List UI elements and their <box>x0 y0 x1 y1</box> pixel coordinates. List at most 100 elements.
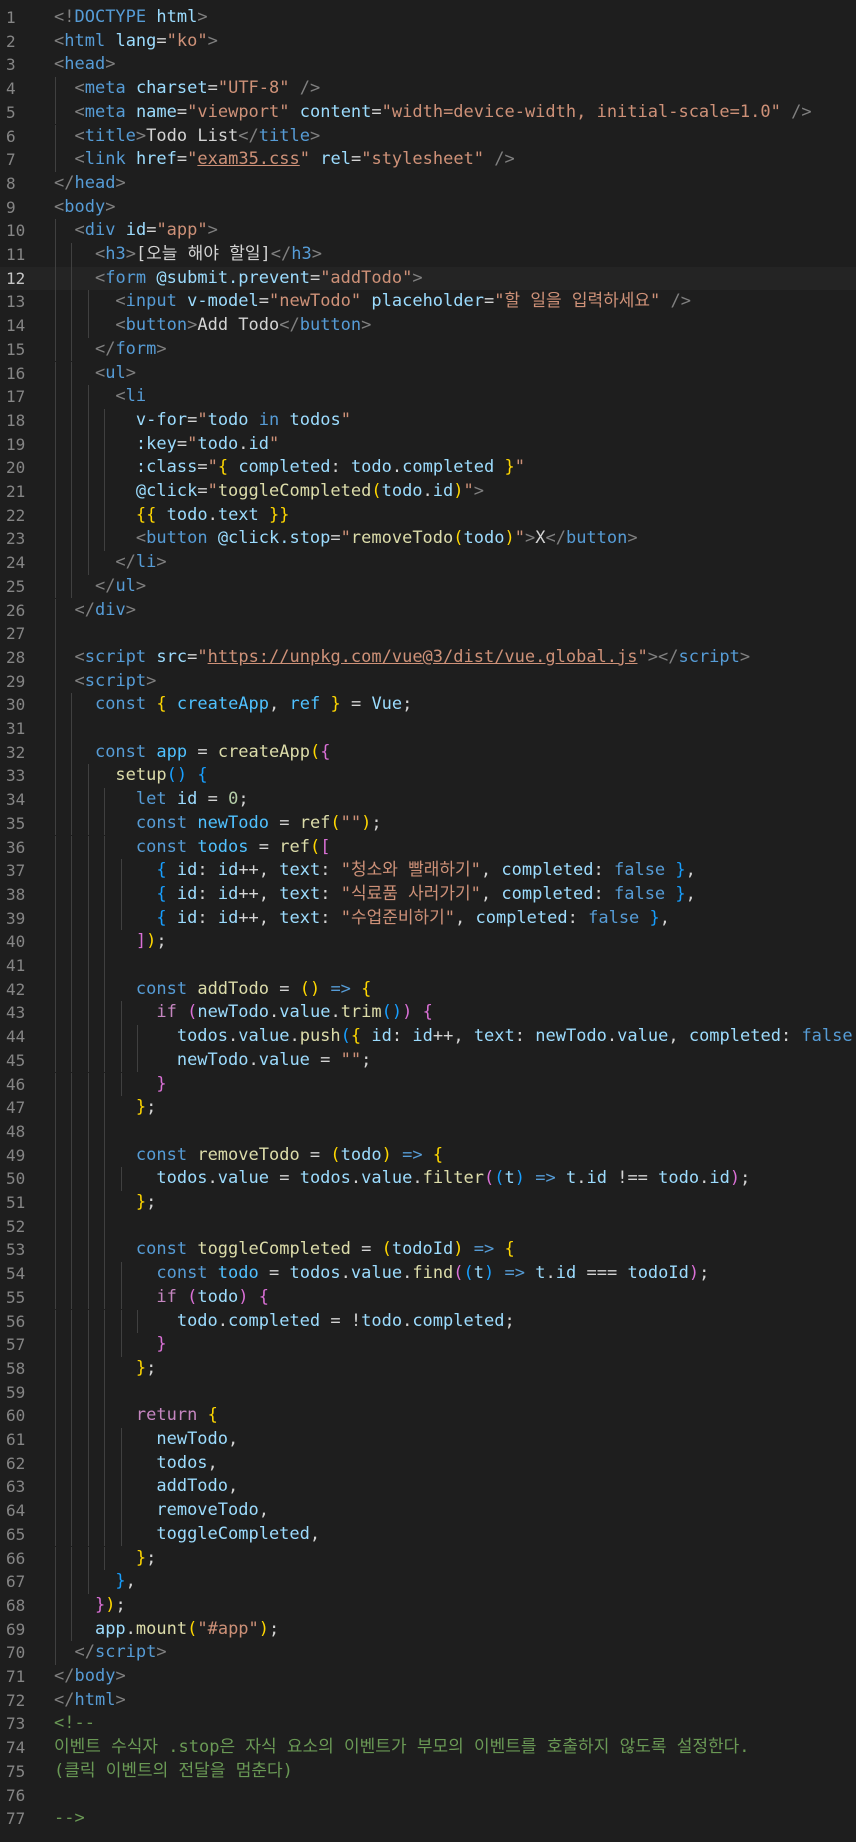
code-line[interactable]: 12 <form @submit.prevent="addTodo"> <box>0 266 856 291</box>
code-line[interactable]: 23 <button @click.stop="removeTodo(todo)… <box>0 527 856 552</box>
code-line[interactable]: 26 </div> <box>0 598 856 623</box>
code-line[interactable]: 46 } <box>0 1072 856 1097</box>
code-token: script <box>84 646 147 667</box>
code-line[interactable]: 20 :class="{ completed: todo.completed }… <box>0 456 856 480</box>
code-line[interactable]: 66 }; <box>0 1546 856 1571</box>
code-line[interactable]: 44 todos.value.push({ id: id++, text: ne… <box>0 1025 856 1049</box>
line-number: 39 <box>6 908 26 928</box>
code-line[interactable]: 62 todos, <box>0 1451 856 1476</box>
code-line[interactable]: 71 </body> <box>0 1665 856 1689</box>
code-line[interactable]: 54 const todo = todos.value.find((t) => … <box>0 1262 856 1286</box>
code-line[interactable]: 9 <body> <box>0 196 856 220</box>
code-line[interactable]: 49 const removeTodo = (todo) => { <box>0 1143 856 1168</box>
code-line[interactable]: 38 { id: id++, text: "식료품 사러가기", complet… <box>0 882 856 907</box>
code-line[interactable]: 76 <box>0 1784 856 1808</box>
code-token: ; <box>740 1168 751 1189</box>
code-line[interactable]: 30 const { createApp, ref } = Vue; <box>0 693 856 717</box>
code-line[interactable]: 32 const app = createApp({ <box>0 740 856 765</box>
code-line[interactable]: 10 <div id="app"> <box>0 219 856 243</box>
code-line[interactable]: 51 }; <box>0 1191 856 1215</box>
code-line[interactable]: 31 <box>0 717 856 741</box>
code-line[interactable]: 22 {{ todo.text }} <box>0 503 856 528</box>
code-line[interactable]: 42 const addTodo = () => { <box>0 977 856 1002</box>
code-line[interactable]: 19 :key="todo.id" <box>0 432 856 457</box>
code-line[interactable]: 47 }; <box>0 1096 856 1120</box>
code-line[interactable]: 1 <!DOCTYPE html> <box>0 6 856 30</box>
code-line[interactable]: 50 todos.value = todos.value.filter((t) … <box>0 1167 856 1191</box>
code-line[interactable]: 34 let id = 0; <box>0 788 856 812</box>
code-token: ( <box>453 528 464 549</box>
code-line[interactable]: 68 }); <box>0 1593 856 1618</box>
code-line[interactable]: 65 toggleCompleted, <box>0 1522 856 1547</box>
code-token: > <box>125 244 136 264</box>
code-line[interactable]: 17 <li <box>0 385 856 409</box>
code-line[interactable]: 43 if (newTodo.value.trim()) { <box>0 1001 856 1026</box>
code-token: v-model <box>187 291 259 312</box>
code-line[interactable]: 59 <box>0 1380 856 1405</box>
code-line[interactable]: 63 addTodo, <box>0 1475 856 1500</box>
code-token: {{ <box>135 504 157 525</box>
code-text: const addTodo = () => { <box>54 978 372 1002</box>
code-line[interactable]: 21 @click="toggleCompleted(todo.id)"> <box>0 480 856 504</box>
code-line[interactable]: 55 if (todo) { <box>0 1285 856 1310</box>
code-line[interactable]: 75 (클릭 이벤트의 전달을 멈춘다) <box>0 1760 856 1784</box>
code-line[interactable]: 15 </form> <box>0 337 856 362</box>
code-line[interactable]: 16 <ul> <box>0 361 856 386</box>
code-line[interactable]: 33 setup() { <box>0 764 856 789</box>
code-line[interactable]: 45 newTodo.value = ""; <box>0 1048 856 1073</box>
code-line[interactable]: 28 <script src="https://unpkg.com/vue@3/… <box>0 645 856 670</box>
code-line[interactable]: 13 <input v-model="newTodo" placeholder=… <box>0 290 856 315</box>
code-line[interactable]: 70 </script> <box>0 1641 856 1665</box>
code-line[interactable]: 8 </head> <box>0 172 856 196</box>
code-line[interactable]: 74 이벤트 수식자 .stop은 자식 요소의 이벤트가 부모의 이벤트를 호출… <box>0 1736 856 1760</box>
code-line[interactable]: 67 }, <box>0 1570 856 1594</box>
code-token: ) <box>453 481 464 501</box>
code-line[interactable]: 77 --> <box>0 1807 856 1831</box>
code-line[interactable]: 4 <meta charset="UTF-8" /> <box>0 77 856 101</box>
code-line[interactable]: 24 </li> <box>0 551 856 575</box>
code-line[interactable]: 57 } <box>0 1333 856 1357</box>
code-line[interactable]: 73 <!-- <box>0 1712 856 1736</box>
code-line[interactable]: 60 return { <box>0 1404 856 1428</box>
code-line[interactable]: 2 <html lang="ko"> <box>0 30 856 54</box>
code-editor[interactable]: 1 <!DOCTYPE html> 2 <html lang="ko"> 3 <head>… <box>0 0 856 1842</box>
code-line[interactable]: 6 <title>Todo List</title> <box>0 124 856 149</box>
code-line[interactable]: 41 <box>0 954 856 978</box>
code-line[interactable]: 18 v-for="todo in todos" <box>0 408 856 433</box>
code-line[interactable]: 5 <meta name="viewport" content="width=d… <box>0 100 856 125</box>
code-line[interactable]: 11 <h3>[오늘 해야 할일]</h3> <box>0 243 856 267</box>
indent-guide <box>87 1380 89 1405</box>
code-line[interactable]: 48 <box>0 1119 856 1144</box>
code-token: < <box>94 267 106 288</box>
code-text: const removeTodo = (todo) => { <box>54 1144 443 1168</box>
code-line[interactable]: 69 app.mount("#app"); <box>0 1617 856 1642</box>
code-line[interactable]: 53 const toggleCompleted = (todoId) => { <box>0 1238 856 1263</box>
indent-guide <box>87 954 89 978</box>
code-text: </body> <box>54 1665 126 1689</box>
code-line[interactable]: 37 { id: id++, text: "청소와 빨래하기", complet… <box>0 859 856 883</box>
code-line[interactable]: 40 ]); <box>0 930 856 954</box>
code-line[interactable]: 64 removeTodo, <box>0 1499 856 1523</box>
code-line[interactable]: 27 <box>0 622 856 646</box>
code-line[interactable]: 35 const newTodo = ref(""); <box>0 811 856 836</box>
code-line[interactable]: 36 const todos = ref([ <box>0 835 856 860</box>
line-number: 9 <box>6 197 16 217</box>
code-line[interactable]: 39 { id: id++, text: "수업준비하기", completed… <box>0 906 856 931</box>
code-line[interactable]: 61 newTodo, <box>0 1428 856 1452</box>
code-line[interactable]: 72 </html> <box>0 1689 856 1713</box>
code-line[interactable]: 58 }; <box>0 1356 856 1381</box>
code-line[interactable]: 3 <head> <box>0 53 856 77</box>
code-line[interactable]: 29 <script> <box>0 669 856 694</box>
code-line[interactable]: 25 </ul> <box>0 574 856 599</box>
code-line[interactable]: 14 <button>Add Todo</button> <box>0 314 856 338</box>
code-token: > <box>207 30 218 51</box>
code-line[interactable]: 7 <link href="exam35.css" rel="styleshee… <box>0 148 856 172</box>
code-line[interactable]: 56 todo.completed = !todo.completed; <box>0 1309 856 1334</box>
code-line[interactable]: 52 <box>0 1214 856 1239</box>
